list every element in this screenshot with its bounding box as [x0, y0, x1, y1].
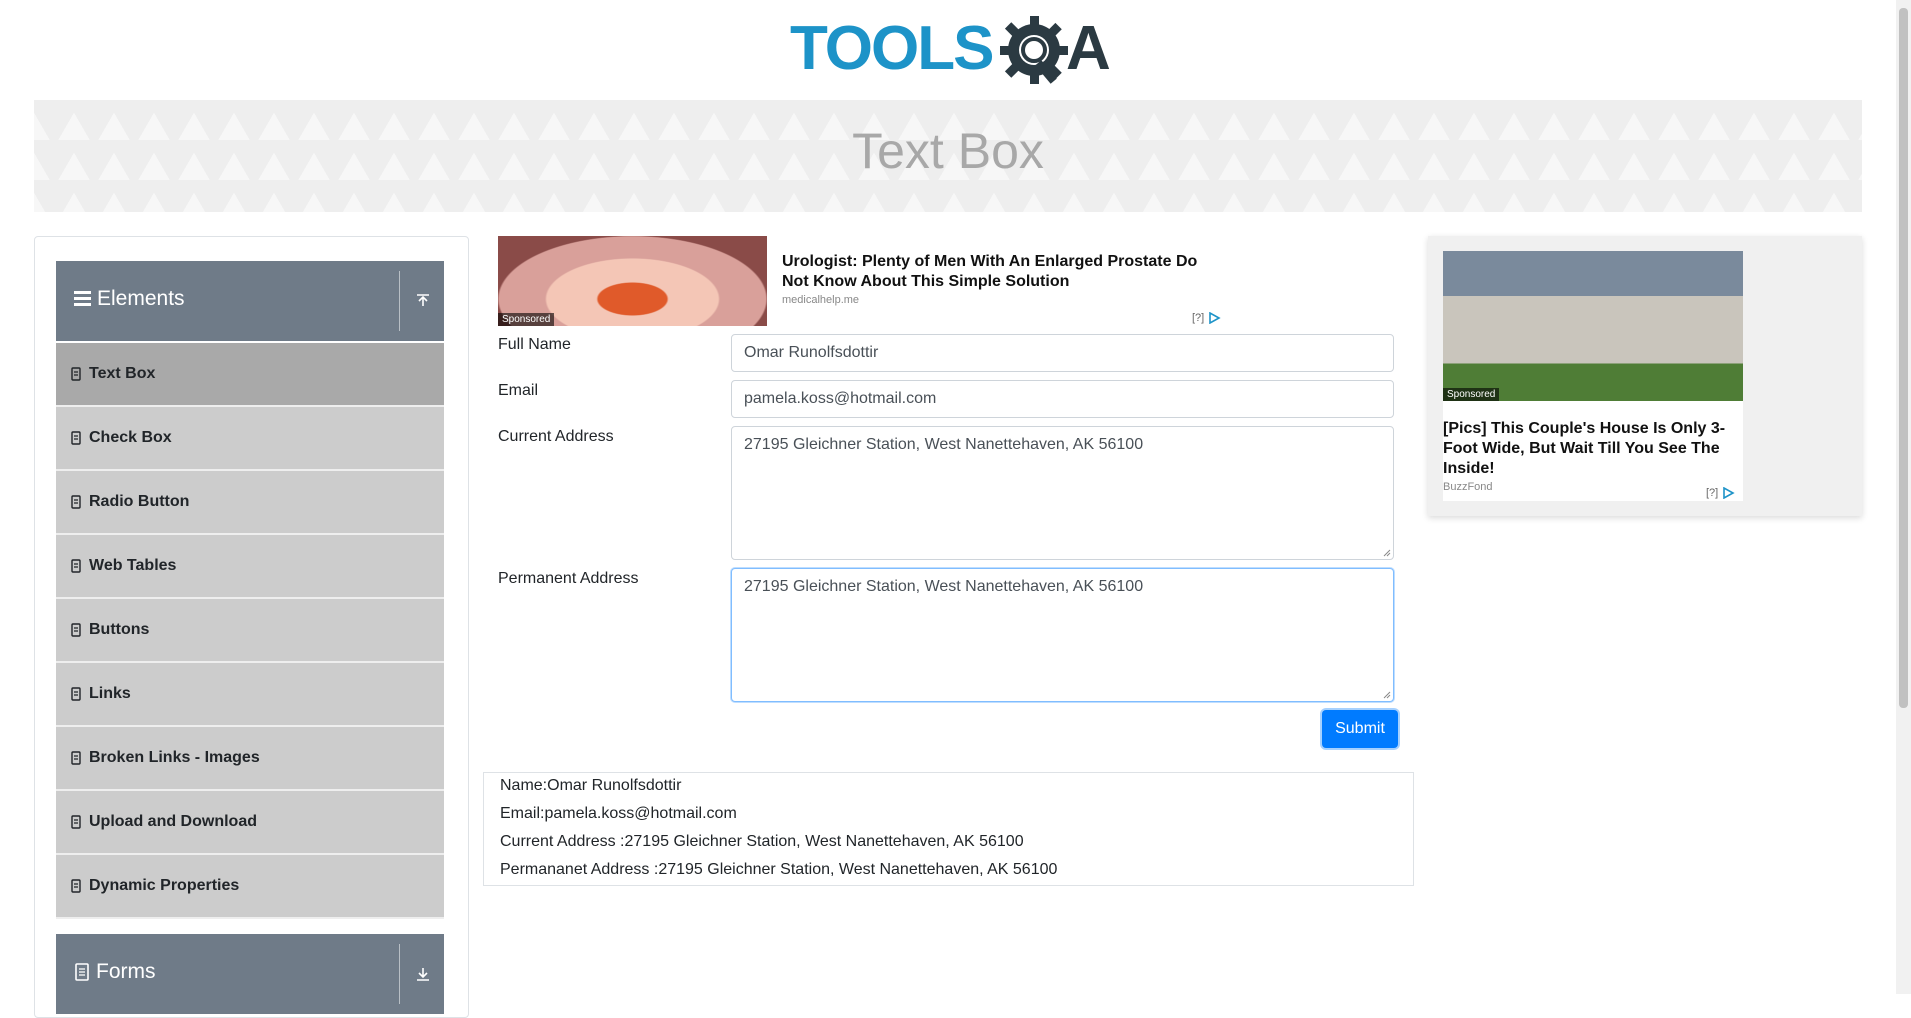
page-scrollbar[interactable]: [1896, 0, 1911, 994]
page-title: Text Box: [852, 123, 1044, 179]
permanent-address-text: 27195 Gleichner Station, West Nanettehav…: [744, 578, 1144, 595]
sponsored-label: Sponsored: [1443, 388, 1500, 401]
ad-source[interactable]: medicalhelp.me: [782, 294, 859, 306]
sponsored-ad-top[interactable]: Sponsored Urologist: Plenty of Men With …: [498, 236, 1226, 326]
sidebar-item-buttons[interactable]: Buttons: [56, 599, 444, 663]
upload-icon: [417, 294, 429, 306]
email-input[interactable]: pamela.koss@hotmail.com: [731, 380, 1394, 418]
ad-choices[interactable]: [?]: [1706, 487, 1736, 499]
group-title: Elements: [97, 287, 185, 310]
scrollbar-thumb[interactable]: [1899, 8, 1908, 708]
gear-magnifier-icon: [1000, 16, 1068, 84]
sidebar-item-label: Upload and Download: [89, 813, 257, 830]
group-title: Forms: [96, 960, 156, 983]
full-name-input[interactable]: Omar Runolfsdottir: [731, 334, 1394, 372]
list-icon: [71, 495, 81, 509]
group-header-elements[interactable]: Elements: [56, 261, 444, 341]
sidebar-item-radio-button[interactable]: Radio Button: [56, 471, 444, 535]
output-name: Name:Omar Runolfsdottir: [500, 777, 682, 794]
page-banner: Text Box: [34, 100, 1862, 212]
hamburger-icon: [74, 291, 91, 307]
ad-title[interactable]: Urologist: Plenty of Men With An Enlarge…: [782, 252, 1222, 292]
sidebar-item-dynamic-properties[interactable]: Dynamic Properties: [56, 855, 444, 919]
sidebar-item-label: Links: [89, 685, 131, 702]
submit-button[interactable]: Submit: [1322, 710, 1398, 748]
resize-handle-icon[interactable]: [1383, 549, 1391, 557]
permanent-address-textarea[interactable]: 27195 Gleichner Station, West Nanettehav…: [731, 568, 1394, 702]
sidebar-item-label: Buttons: [89, 621, 150, 638]
permanent-address-label: Permanent Address: [498, 570, 639, 587]
sponsored-label: Sponsored: [498, 313, 555, 326]
adchoices-icon: [1723, 487, 1735, 499]
ad-choices[interactable]: [?]: [1192, 312, 1222, 324]
ad-title[interactable]: [Pics] This Couple's House Is Only 3-Foo…: [1443, 419, 1738, 479]
divider: [399, 944, 400, 1004]
list-icon: [71, 623, 81, 637]
sponsored-ad-right[interactable]: Sponsored [Pics] This Couple's House Is …: [1428, 236, 1862, 516]
sidebar-item-check-box[interactable]: Check Box: [56, 407, 444, 471]
list-icon: [71, 367, 81, 381]
resize-handle-icon[interactable]: [1383, 691, 1391, 699]
list-icon: [71, 559, 81, 573]
ad-choice-label: [?]: [1706, 487, 1719, 499]
list-icon: [71, 815, 81, 829]
list-icon: [71, 687, 81, 701]
expand-toggle[interactable]: [408, 954, 438, 994]
sidebar-item-links[interactable]: Links: [56, 663, 444, 727]
output-email: Email:pamela.koss@hotmail.com: [500, 805, 737, 822]
sidebar-item-web-tables[interactable]: Web Tables: [56, 535, 444, 599]
logo-suffix: A: [1066, 14, 1111, 83]
ad-card[interactable]: Sponsored [Pics] This Couple's House Is …: [1443, 251, 1743, 501]
adchoices-icon: [1209, 312, 1221, 324]
sidebar-item-label: Broken Links - Images: [89, 749, 260, 766]
sidebar-item-text-box[interactable]: Text Box: [56, 343, 444, 407]
sidebar-item-label: Text Box: [89, 365, 156, 382]
list-icon: [71, 879, 81, 893]
toolsqa-logo[interactable]: TOOLS A: [790, 14, 1112, 90]
left-sidebar: Elements Text Box Check Box Radio Button…: [34, 236, 469, 1018]
collapse-toggle[interactable]: [408, 281, 438, 321]
list-icon: [71, 431, 81, 445]
ad-choice-label: [?]: [1192, 312, 1205, 324]
sidebar-item-label: Radio Button: [89, 493, 190, 510]
sidebar-item-label: Check Box: [89, 429, 172, 446]
sidebar-item-upload-download[interactable]: Upload and Download: [56, 791, 444, 855]
current-address-text: 27195 Gleichner Station, West Nanettehav…: [744, 436, 1144, 453]
document-icon: [75, 963, 89, 981]
current-address-textarea[interactable]: 27195 Gleichner Station, West Nanettehav…: [731, 426, 1394, 560]
current-address-label: Current Address: [498, 428, 614, 445]
output-current-address: Current Address :27195 Gleichner Station…: [500, 833, 1024, 850]
email-label: Email: [498, 382, 539, 399]
sidebar-item-label: Web Tables: [89, 557, 177, 574]
full-name-label: Full Name: [498, 336, 571, 353]
logo-text: TOOLS: [790, 14, 994, 83]
sidebar-item-broken-links[interactable]: Broken Links - Images: [56, 727, 444, 791]
group-header-forms[interactable]: Forms: [56, 934, 444, 1014]
ad-image[interactable]: Sponsored: [498, 236, 767, 326]
ad-image[interactable]: Sponsored: [1443, 251, 1743, 401]
divider: [399, 271, 400, 331]
ad-source[interactable]: BuzzFond: [1443, 481, 1493, 493]
download-icon: [417, 968, 429, 981]
output-panel: Name:Omar Runolfsdottir Email:pamela.kos…: [483, 772, 1414, 886]
output-permanent-address: Permananet Address :27195 Gleichner Stat…: [500, 861, 1058, 878]
list-icon: [71, 751, 81, 765]
sidebar-item-label: Dynamic Properties: [89, 877, 240, 894]
